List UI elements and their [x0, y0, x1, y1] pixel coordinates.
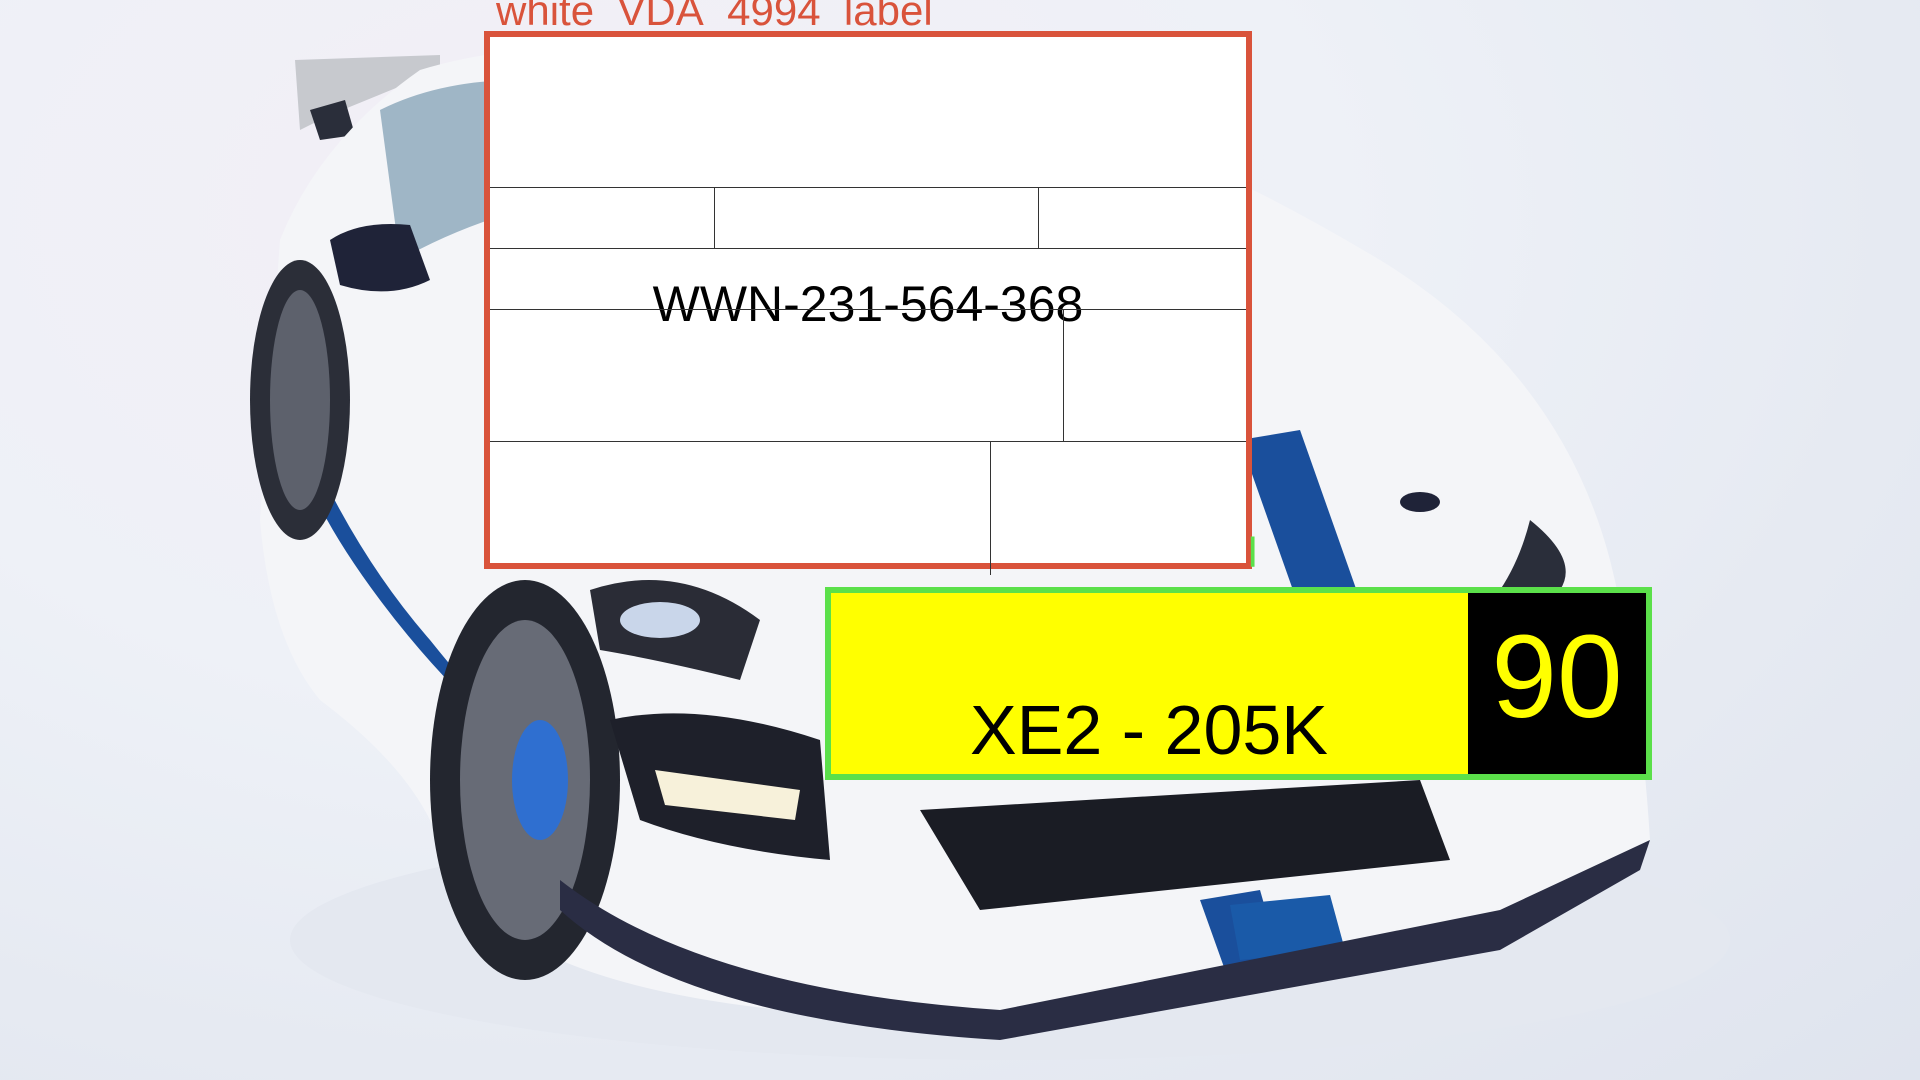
label-col-divider: [1038, 187, 1039, 248]
label-code-text: WWN-231-564-368: [652, 276, 1084, 332]
label-row-divider: [490, 441, 1246, 442]
label-col-divider: [990, 441, 991, 575]
label-row-divider: [490, 187, 1246, 188]
plate-annotation-box: XE2 - 205K 90: [825, 587, 1652, 780]
label-col-divider: [1063, 309, 1064, 441]
plate-rating-badge: 90: [1468, 593, 1646, 774]
label-annotation-box: WWN-231-564-368: [484, 31, 1252, 575]
label-row-divider: [490, 248, 1246, 249]
plate-annotation-title: l: [1248, 532, 1258, 568]
plate-text: XE2 - 205K: [970, 691, 1328, 769]
label-annotation-title: white_VDA_4994_label: [496, 0, 933, 26]
label-row-divider: [490, 309, 1246, 310]
label-col-divider: [714, 187, 715, 248]
